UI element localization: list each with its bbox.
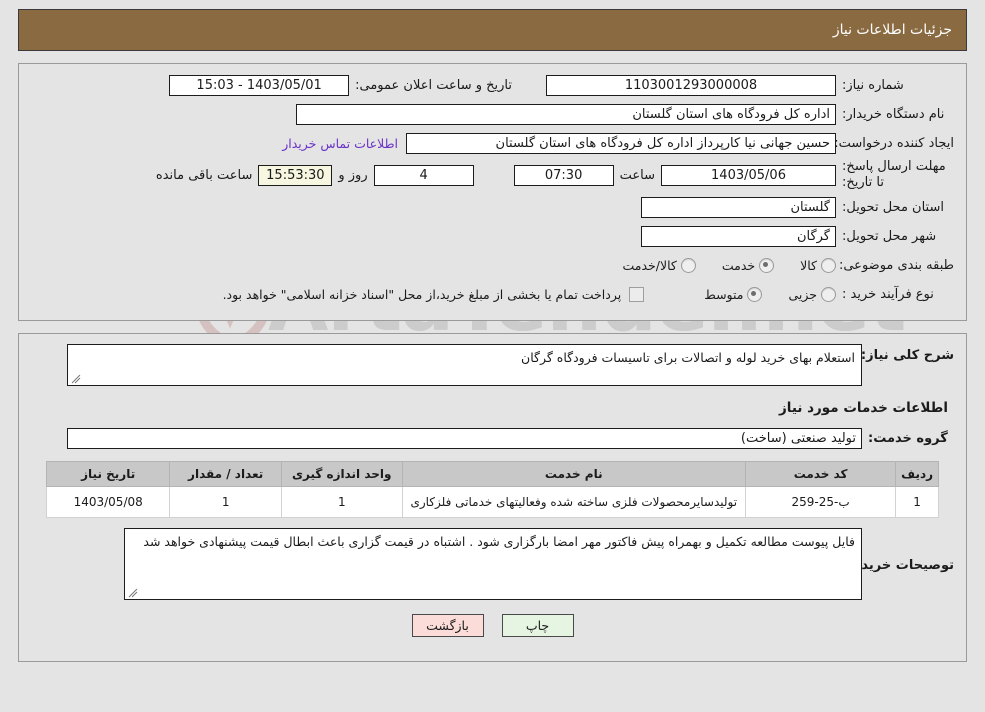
cell-date: 1403/05/08 [45, 485, 171, 518]
cell-radif: 1 [895, 485, 939, 518]
city-value: گرگان [641, 225, 836, 247]
column-header-date: تاریخ نیاز [45, 460, 171, 487]
column-header-name: نام خدمت [401, 460, 746, 487]
buyer-org-row: نام دستگاه خریدار: اداره کل فرودگاه های … [31, 101, 954, 128]
radio-icon-motevaset[interactable] [747, 286, 763, 302]
category-option-khedmat[interactable]: خدمت [721, 257, 775, 273]
time-left-value: 15:53:30 [258, 164, 333, 186]
service-group-value: تولید صنعتی (ساخت) [67, 427, 862, 449]
radio-icon-jozei[interactable] [821, 286, 836, 302]
radio-icon-khedmat[interactable] [759, 257, 775, 273]
time-left-label: ساعت باقی مانده [155, 167, 253, 183]
days-left-value: 4 [373, 164, 474, 186]
need-number-label: شماره نیاز: [842, 78, 904, 93]
process-row: نوع فرآیند خرید : جزیی متوسط پرداخت تمام… [31, 281, 954, 308]
category-label: طبقه بندی موضوعی: [838, 257, 954, 273]
general-desc-textarea[interactable]: استعلام بهای خرید لوله و اتصالات برای تا… [67, 343, 862, 386]
column-header-qty: تعداد / مقدار [169, 460, 282, 487]
resize-grip-icon[interactable] [71, 374, 81, 384]
treasury-checkbox-label: پرداخت تمام یا بخشی از مبلغ خرید،از محل … [222, 286, 622, 302]
process-option-jozei[interactable]: جزیی [788, 286, 836, 302]
service-group-row: گروه خدمت: تولید صنعتی (ساخت) [31, 427, 954, 449]
process-label: نوع فرآیند خرید : [842, 286, 934, 302]
column-header-radif: ردیف [895, 460, 939, 487]
checkbox-icon-treasury[interactable] [629, 286, 645, 302]
province-label: استان محل تحویل: [842, 199, 944, 215]
treasury-checkbox-group[interactable]: پرداخت تمام یا بخشی از مبلغ خرید،از محل … [222, 286, 645, 302]
buyer-org-label: نام دستگاه خریدار: [842, 107, 945, 122]
services-section-heading: اطلاعات خدمات مورد نیاز [778, 399, 948, 416]
buyer-notes-row: توصیحات خریدار: فایل پیوست مطالعه تکمیل … [31, 527, 954, 600]
need-details-panel: شرح کلی نیاز: استعلام بهای خرید لوله و ا… [18, 332, 967, 662]
requester-row: ایجاد کننده درخواست: حسین جهانی نیا کارپ… [31, 130, 954, 157]
category-option-kala[interactable]: کالا [800, 257, 836, 273]
page-header: جزئیات اطلاعات نیاز [18, 9, 967, 51]
requester-value: حسین جهانی نیا کارپرداز اداره کل فرودگاه… [406, 133, 836, 154]
need-number-value: 1103001293000008 [546, 75, 836, 96]
province-row: استان محل تحویل: گلستان [31, 194, 954, 221]
days-left-label: روز و [338, 167, 368, 183]
city-row: شهر محل تحویل: گرگان [31, 223, 954, 250]
general-desc-label: شرح کلی نیاز: [860, 347, 954, 363]
city-label: شهر محل تحویل: [842, 228, 937, 244]
cell-unit: 1 [280, 485, 403, 518]
resize-grip-icon-notes[interactable] [128, 588, 138, 598]
requester-label: ایجاد کننده درخواست: [834, 136, 954, 151]
service-group-label: گروه خدمت: [868, 430, 948, 446]
services-table: ردیف کد خدمت نام خدمت واحد اندازه گیری ت… [45, 460, 939, 518]
general-desc-row: شرح کلی نیاز: استعلام بهای خرید لوله و ا… [31, 343, 954, 386]
deadline-hour-label: ساعت [619, 167, 655, 183]
buyer-contact-link[interactable]: اطلاعات تماس خریدار [274, 136, 406, 151]
table-row: 1 ب-25-259 تولیدسایرمحصولات فلزی ساخته ش… [45, 485, 939, 518]
category-row: طبقه بندی موضوعی: کالا خدمت کالا/خدمت [31, 252, 954, 279]
deadline-row: مهلت ارسال پاسخ: تا تاریخ: 1403/05/06 سا… [31, 159, 954, 192]
print-button[interactable]: چاپ [501, 613, 574, 637]
radio-icon-kala[interactable] [821, 257, 836, 273]
deadline-hour-value: 07:30 [513, 164, 614, 186]
action-button-bar: چاپ بازگشت [31, 613, 954, 649]
buyer-org-value: اداره کل فرودگاه های استان گلستان [296, 104, 836, 125]
page-root: جزئیات اطلاعات نیاز شماره نیاز: 11030012… [0, 9, 985, 662]
announce-datetime-label: تاریخ و ساعت اعلان عمومی: [355, 78, 512, 93]
back-button[interactable]: بازگشت [411, 613, 484, 637]
category-option-kala-khedmat-label: کالا/خدمت [622, 257, 677, 273]
process-option-motevaset[interactable]: متوسط [704, 286, 763, 302]
column-header-code: کد خدمت [744, 460, 897, 487]
radio-icon-kala-khedmat[interactable] [680, 257, 696, 273]
need-summary-panel: شماره نیاز: 1103001293000008 تاریخ و ساع… [18, 63, 967, 321]
process-option-jozei-label: جزیی [788, 286, 817, 302]
need-number-row: شماره نیاز: 1103001293000008 تاریخ و ساع… [31, 72, 954, 99]
announce-datetime-value: 1403/05/01 - 15:03 [169, 75, 350, 96]
table-header-row: ردیف کد خدمت نام خدمت واحد اندازه گیری ت… [45, 460, 939, 487]
cell-code: ب-25-259 [744, 485, 897, 518]
category-option-khedmat-label: خدمت [721, 257, 756, 273]
cell-qty: 1 [169, 485, 282, 518]
province-value: گلستان [641, 196, 836, 218]
process-option-motevaset-label: متوسط [704, 286, 744, 302]
buyer-notes-textarea[interactable]: فایل پیوست مطالعه تکمیل و بهمراه پیش فاک… [124, 527, 862, 600]
page-title: جزئیات اطلاعات نیاز [832, 22, 952, 38]
buyer-notes-label: توصیحات خریدار: [844, 557, 954, 573]
cell-name: تولیدسایرمحصولات فلزی ساخته شده وفعالیته… [401, 485, 746, 518]
category-option-kala-label: کالا [800, 257, 817, 273]
category-option-kala-khedmat[interactable]: کالا/خدمت [622, 257, 696, 273]
column-header-unit: واحد اندازه گیری [280, 460, 403, 487]
deadline-date-value: 1403/05/06 [661, 164, 836, 186]
deadline-label: مهلت ارسال پاسخ: تا تاریخ: [842, 159, 946, 191]
